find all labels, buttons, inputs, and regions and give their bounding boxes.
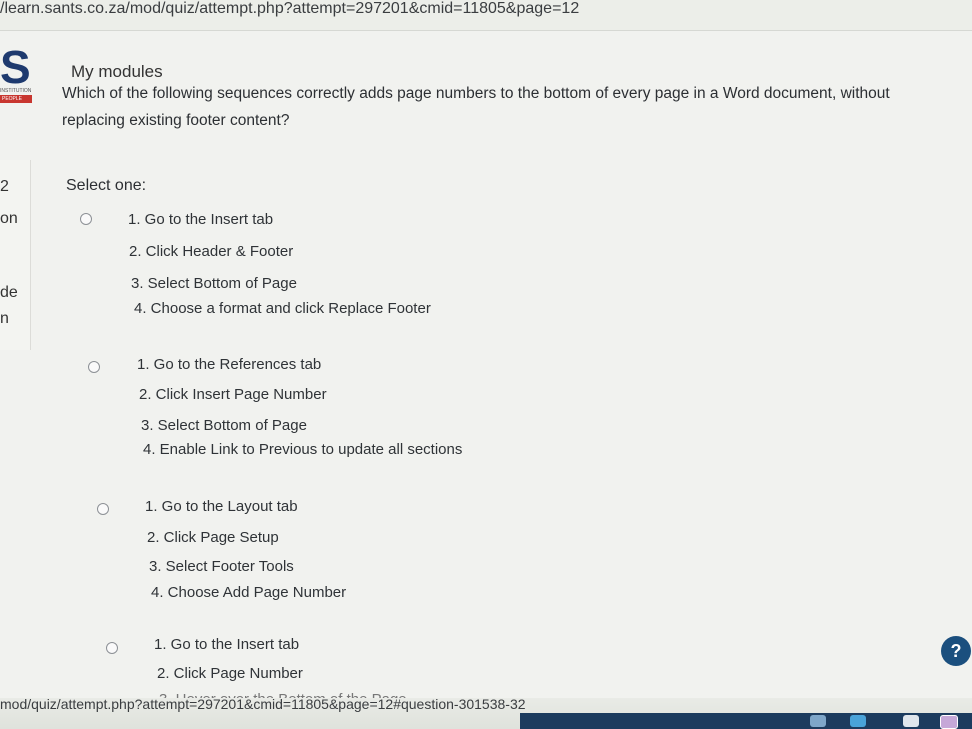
option-3-step[interactable]: 1. Go to the Layout tab	[145, 498, 298, 515]
sidebar-fragment: on	[0, 210, 18, 227]
address-url[interactable]: /learn.sants.co.za/mod/quiz/attempt.php?…	[0, 0, 579, 18]
taskbar	[520, 713, 972, 729]
sidebar-fragment: de	[0, 284, 18, 301]
instagram-icon[interactable]	[940, 715, 958, 729]
music-icon[interactable]	[903, 715, 919, 727]
logo-badge-text: PEOPLE	[2, 96, 23, 102]
logo-subtext: INSTITUTION	[0, 88, 32, 94]
option-2-step[interactable]: 2. Click Insert Page Number	[139, 386, 327, 403]
logo-letter: S	[0, 41, 31, 93]
option-1-step[interactable]: 3. Select Bottom of Page	[131, 275, 297, 292]
option-2-step[interactable]: 3. Select Bottom of Page	[141, 417, 307, 434]
sidebar-fragment: n	[0, 310, 9, 327]
option-2-radio[interactable]	[88, 361, 100, 373]
help-button[interactable]: ?	[941, 636, 971, 666]
status-link-url: mod/quiz/attempt.php?attempt=297201&cmid…	[0, 696, 526, 712]
question-text: Which of the following sequences correct…	[62, 85, 890, 129]
option-3-step[interactable]: 2. Click Page Setup	[147, 529, 279, 546]
quiz-nav-sidebar: 2 on de n	[0, 160, 31, 350]
option-1-step[interactable]: 1. Go to the Insert tab	[128, 211, 273, 228]
option-1-step[interactable]: 2. Click Header & Footer	[129, 243, 293, 260]
logo-badge: PEOPLE	[0, 95, 32, 103]
option-4-step[interactable]: 2. Click Page Number	[157, 665, 303, 682]
network-icon[interactable]	[850, 715, 866, 727]
address-bar[interactable]: /learn.sants.co.za/mod/quiz/attempt.php?…	[0, 0, 972, 31]
cloud-icon[interactable]	[810, 715, 826, 727]
site-logo[interactable]: S INSTITUTION PEOPLE	[0, 44, 40, 104]
option-2-step[interactable]: 4. Enable Link to Previous to update all…	[143, 441, 462, 458]
nav-my-modules[interactable]: My modules	[71, 62, 163, 82]
option-3-radio[interactable]	[97, 503, 109, 515]
option-3-step[interactable]: 3. Select Footer Tools	[149, 558, 294, 575]
sidebar-fragment: 2	[0, 178, 9, 195]
option-4-step[interactable]: 1. Go to the Insert tab	[154, 636, 299, 653]
option-3-step[interactable]: 4. Choose Add Page Number	[151, 584, 346, 601]
option-1-radio[interactable]	[80, 213, 92, 225]
option-4-radio[interactable]	[106, 642, 118, 654]
option-2-step[interactable]: 1. Go to the References tab	[137, 356, 321, 373]
select-one-prompt: Select one:	[66, 177, 147, 194]
option-1-step[interactable]: 4. Choose a format and click Replace Foo…	[134, 300, 431, 317]
